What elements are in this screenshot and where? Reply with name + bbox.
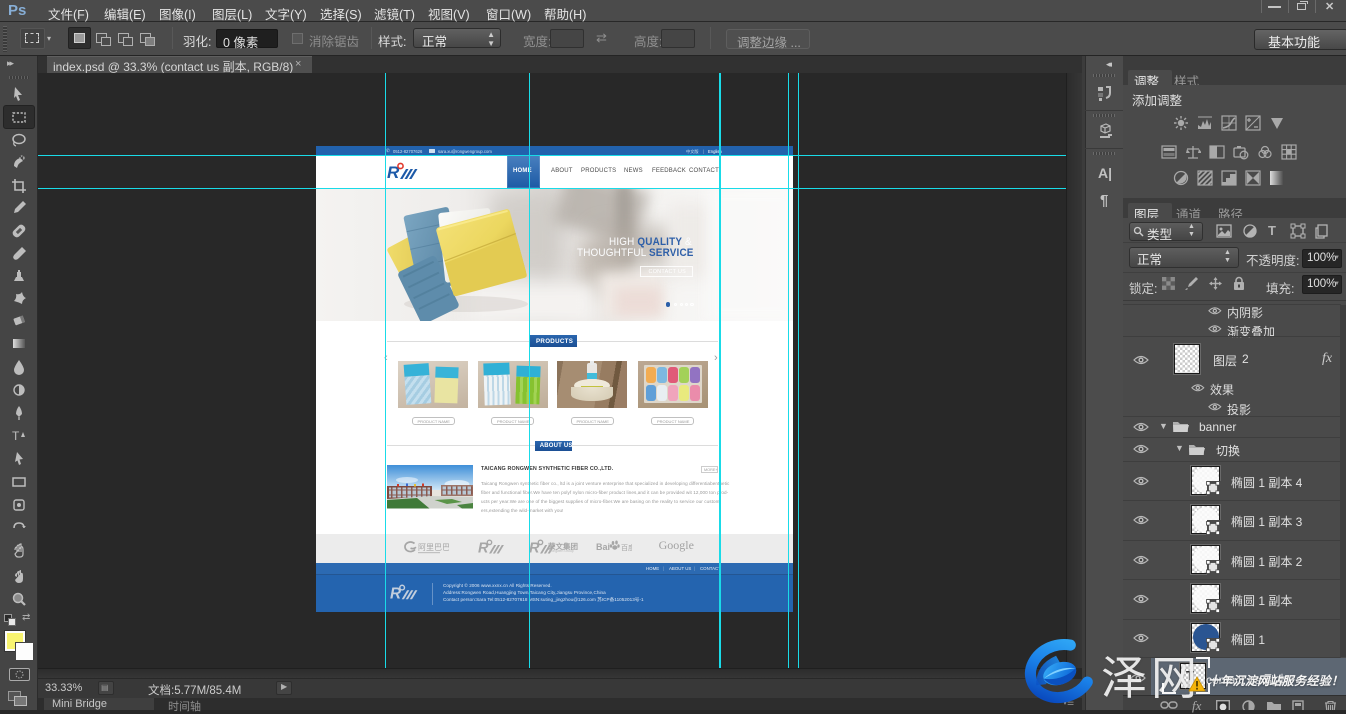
svg-text:Bai: Bai bbox=[596, 542, 610, 552]
svg-text:百度: 百度 bbox=[621, 543, 632, 552]
svg-text:T: T bbox=[12, 429, 20, 443]
svg-text:阿里巴巴: 阿里巴巴 bbox=[418, 543, 449, 552]
